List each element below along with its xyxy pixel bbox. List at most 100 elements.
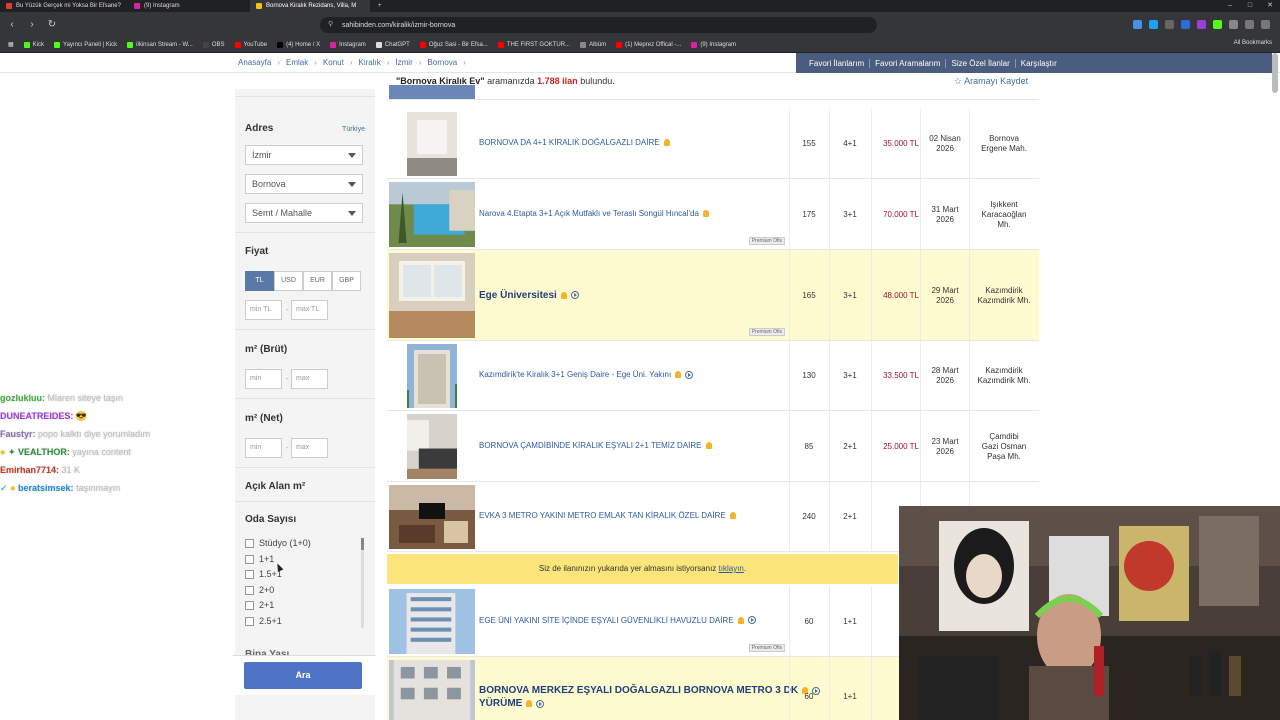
checkbox[interactable] — [245, 538, 254, 548]
maximize-button[interactable]: □ — [1240, 0, 1260, 12]
room-option[interactable]: 1+1 — [245, 554, 274, 564]
bookmark-item[interactable]: Oğuz Sasi - Bir Efsa... — [419, 41, 488, 48]
bookmark-item[interactable]: (4) Home / X — [277, 41, 320, 48]
net-max-input[interactable]: max — [291, 438, 328, 458]
room-option[interactable]: 2+1 — [245, 600, 274, 610]
bookmark-item[interactable]: ChatGPT — [375, 41, 410, 48]
room-option[interactable]: 2.5+1 — [245, 616, 282, 626]
breadcrumb-item[interactable]: Konut — [323, 58, 344, 67]
room-option[interactable]: Stüdyo (1+0) — [245, 538, 311, 548]
bookmark-item[interactable]: YouTube — [234, 41, 267, 48]
all-bookmarks-button[interactable]: All Bookmarks — [1234, 40, 1272, 46]
currency-usd[interactable]: USD — [274, 271, 303, 291]
listing-title[interactable]: EVKA 3 METRO YAKINI METRO EMLAK TAN KİRA… — [479, 511, 736, 520]
rooms-scrollbar[interactable] — [361, 538, 364, 628]
checkbox[interactable] — [245, 585, 254, 595]
listing-thumbnail[interactable] — [389, 253, 475, 338]
profile-icon[interactable] — [1245, 20, 1254, 29]
listing-title[interactable]: Ege Üniversitesi — [479, 290, 579, 301]
personal-listings-link[interactable]: Size Özel İlanlar — [946, 58, 1016, 68]
checkbox[interactable] — [245, 569, 254, 579]
apps-icon[interactable]: ▦ — [8, 41, 14, 48]
listing-row[interactable]: BORNOVA DA 4+1 KİRALIK DOĞALGAZLI DAİRE 1… — [387, 109, 1039, 179]
close-window-button[interactable]: ✕ — [1260, 0, 1280, 12]
district-select[interactable]: Bornova — [245, 174, 363, 194]
bookmark-item[interactable]: Kick — [23, 41, 44, 48]
checkbox[interactable] — [245, 600, 254, 610]
listing-thumbnail[interactable] — [388, 414, 476, 479]
listing-title[interactable]: EGE ÜNİ YAKINI SİTE İÇİNDE EŞYALI GÜVENL… — [479, 616, 756, 625]
tab-video[interactable]: Bu Yüzük Gerçek mi Yoksa Bir Efsane? — [0, 0, 125, 12]
forward-icon[interactable]: › — [24, 19, 40, 30]
country-link[interactable]: Türkiye — [342, 126, 365, 133]
listing-thumbnail[interactable] — [382, 660, 482, 720]
extension-icon[interactable] — [1213, 20, 1222, 29]
listing-title[interactable]: Kazımdirik'te Kiralık 3+1 Geniş Daire - … — [479, 370, 694, 379]
bookmark-item[interactable]: OBS — [202, 41, 225, 48]
listing-thumbnail[interactable] — [389, 85, 475, 99]
search-button[interactable]: Ara — [244, 662, 362, 689]
breadcrumb-item[interactable]: Emlak — [286, 58, 308, 67]
city-select[interactable]: İzmir — [245, 145, 363, 165]
gross-min-input[interactable]: min — [245, 369, 282, 389]
currency-gbp[interactable]: GBP — [332, 271, 361, 291]
tab-instagram[interactable]: (9) Instagram — [128, 0, 248, 12]
site-info-icon[interactable]: ⚲ — [328, 20, 333, 28]
room-option[interactable]: 2+0 — [245, 585, 274, 595]
extension-icon[interactable] — [1133, 20, 1142, 29]
breadcrumb-item[interactable]: Kiralık — [359, 58, 381, 67]
currency-tl[interactable]: TL — [245, 271, 274, 291]
bookmark-item[interactable]: (9) Instagram — [691, 41, 736, 48]
bookmark-item[interactable]: Yayıncı Paneli | Kick — [54, 41, 117, 48]
listing-title[interactable]: Narova 4.Etapta 3+1 Açık Mutfaklı ve Ter… — [479, 209, 709, 218]
bookmark-item[interactable]: Albüm — [580, 41, 606, 48]
page-scrollbar[interactable] — [1272, 53, 1278, 93]
save-search-link[interactable]: ☆ Aramayı Kaydet — [954, 76, 1028, 87]
open-area-title[interactable]: Açık Alan m² — [245, 481, 305, 492]
extension-icon[interactable] — [1149, 20, 1158, 29]
listing-thumbnail[interactable] — [389, 112, 475, 176]
puzzle-icon[interactable] — [1229, 20, 1238, 29]
table-row[interactable] — [387, 85, 1039, 100]
minimize-button[interactable]: – — [1220, 0, 1240, 12]
listing-row[interactable]: Kazımdirik'te Kiralık 3+1 Geniş Daire - … — [387, 341, 1039, 411]
promo-link[interactable]: tıklayın — [719, 564, 744, 573]
neighborhood-select[interactable]: Semt / Mahalle — [245, 203, 363, 223]
gross-max-input[interactable]: max — [291, 369, 328, 389]
checkbox[interactable] — [245, 554, 254, 564]
bookmark-item[interactable]: (1) Meprez Offical -... — [616, 41, 681, 48]
listing-title[interactable]: BORNOVA ÇAMDİBİNDE KİRALIK EŞYALI 2+1 TE… — [479, 441, 712, 450]
favorite-searches-link[interactable]: Favori Aramalarım — [870, 58, 947, 68]
checkbox[interactable] — [245, 616, 254, 626]
listing-thumbnail[interactable] — [388, 182, 476, 247]
address-bar[interactable]: ⚲ sahibinden.com/kiralik/izmir-bornova — [320, 17, 877, 33]
extension-icon[interactable] — [1165, 20, 1174, 29]
max-price-input[interactable]: max TL — [291, 300, 328, 320]
bookmark-item[interactable]: Instagram — [330, 41, 366, 48]
favorite-listings-link[interactable]: Favori İlanlarım — [804, 58, 871, 68]
extension-icon[interactable] — [1197, 20, 1206, 29]
breadcrumb-item[interactable]: Bornova — [427, 58, 457, 67]
listing-row[interactable]: Ege Üniversitesi Premium Ofis 165 3+1 48.000… — [387, 250, 1039, 341]
breadcrumb-item[interactable]: İzmir — [395, 58, 412, 67]
room-option[interactable]: 1.5+1 — [245, 569, 282, 579]
listing-row[interactable]: BORNOVA ÇAMDİBİNDE KİRALIK EŞYALI 2+1 TE… — [387, 411, 1039, 482]
listing-thumbnail[interactable] — [389, 344, 475, 408]
listing-title[interactable]: BORNOVA MERKEZ EŞYALI DOĞALGAZLI BORNOVA… — [479, 685, 821, 696]
bookmark-item[interactable]: THE FIRST GOKTUR... — [497, 41, 570, 48]
listing-title-continued[interactable]: YÜRÜME — [479, 698, 545, 709]
tab-sahibinden[interactable]: Bornova Kiralık Rezidans, Villa, M — [250, 0, 370, 12]
currency-eur[interactable]: EUR — [303, 271, 332, 291]
menu-icon[interactable] — [1261, 20, 1270, 29]
new-tab-button[interactable]: + — [372, 0, 388, 12]
extension-icon[interactable] — [1181, 20, 1190, 29]
compare-link[interactable]: Karşılaştır — [1016, 59, 1062, 68]
bookmark-item[interactable]: ilkinsan Stream - W... — [127, 41, 193, 48]
listing-thumbnail[interactable] — [389, 485, 475, 549]
breadcrumb-item[interactable]: Anasayfa — [238, 58, 271, 67]
listing-title[interactable]: BORNOVA DA 4+1 KİRALIK DOĞALGAZLI DAİRE — [479, 138, 670, 147]
reload-icon[interactable]: ↻ — [44, 19, 60, 30]
listing-thumbnail[interactable] — [388, 589, 476, 654]
min-price-input[interactable]: min TL — [245, 300, 282, 320]
back-icon[interactable]: ‹ — [4, 19, 20, 30]
